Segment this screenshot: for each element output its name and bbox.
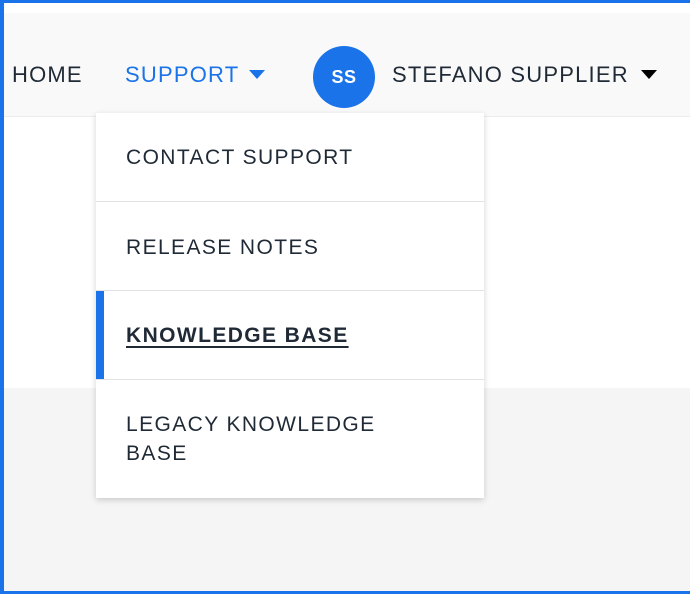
nav-user-menu[interactable]: STEFANO SUPPLIER	[392, 63, 657, 87]
nav-support-menu[interactable]: SUPPORT	[125, 62, 266, 87]
menu-item-knowledge-base[interactable]: KNOWLEDGE BASE	[96, 291, 484, 380]
support-dropdown-menu: CONTACT SUPPORT RELEASE NOTES KNOWLEDGE …	[96, 113, 484, 498]
caret-down-icon	[640, 70, 657, 80]
nav-home-link[interactable]: HOME	[12, 63, 83, 87]
menu-item-label: RELEASE NOTES	[126, 236, 320, 259]
menu-item-contact-support[interactable]: CONTACT SUPPORT	[96, 113, 484, 202]
active-indicator	[96, 291, 104, 379]
top-navbar: HOME SUPPORT SS STEFANO SUPPLIER	[4, 13, 690, 117]
menu-item-label: KNOWLEDGE BASE	[126, 324, 349, 347]
nav-user-label: STEFANO SUPPLIER	[392, 62, 629, 87]
menu-item-release-notes[interactable]: RELEASE NOTES	[96, 202, 484, 291]
app-window: HOME SUPPORT SS STEFANO SUPPLIER CONTACT…	[0, 0, 690, 594]
menu-item-legacy-knowledge-base[interactable]: LEGACY KNOWLEDGE BASE	[96, 380, 484, 498]
menu-item-label: LEGACY KNOWLEDGE BASE	[126, 413, 376, 465]
caret-down-icon	[249, 70, 266, 80]
avatar[interactable]: SS	[313, 46, 375, 108]
nav-support-label: SUPPORT	[125, 62, 240, 87]
menu-item-label: CONTACT SUPPORT	[126, 146, 354, 169]
